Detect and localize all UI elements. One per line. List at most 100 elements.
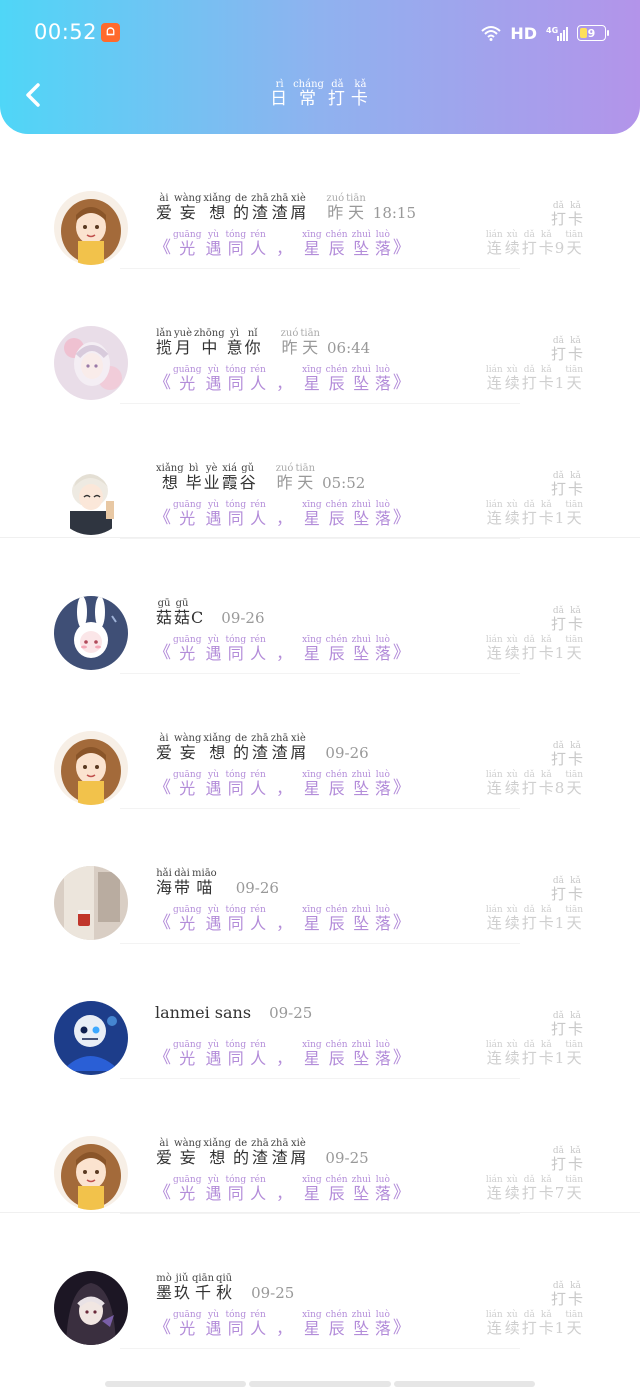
hanzi: 卡	[538, 644, 554, 662]
hanzi: 想	[209, 1148, 226, 1167]
time-value: 09-25	[325, 1149, 369, 1168]
checkin-button[interactable]: dǎ 打 kǎ 卡	[550, 877, 584, 903]
checkin-char: dǎ 打	[551, 1147, 566, 1173]
hanzi: 星	[303, 1319, 320, 1338]
name-char: bì 毕	[186, 464, 202, 492]
hanzi: 卡	[538, 1049, 554, 1067]
avatar[interactable]	[54, 1136, 128, 1210]
hanzi: 千	[195, 1283, 212, 1302]
avatar[interactable]	[54, 326, 128, 400]
user-name[interactable]: mò 墨 jiǔ 玖 qiān 千 qiū 秋	[155, 1274, 233, 1302]
hanzi: 中	[201, 338, 218, 357]
hanzi: 揽	[156, 338, 173, 357]
hanzi: 屑	[290, 743, 307, 762]
topic-char: guāng 光	[173, 636, 201, 663]
topic-char: xīng 星	[302, 906, 322, 933]
checkin-char: kǎ 卡	[568, 472, 583, 498]
checkin-entry[interactable]: hǎi 海 dài 带 miāo 喵 09-26 《 guāng 光 yù 遇 tóng 同 rén 人 ， xī…	[0, 809, 640, 944]
hanzi: 同	[227, 1319, 244, 1338]
topic-char: guāng 光	[173, 231, 201, 258]
checkin-button[interactable]: dǎ 打 kǎ 卡	[550, 1147, 584, 1173]
topic-char: xīng 星	[302, 1311, 322, 1338]
hanzi: 同	[227, 1184, 244, 1203]
avatar[interactable]	[54, 731, 128, 805]
name-char: dài 带	[174, 869, 190, 897]
checkin-entry[interactable]: lǎn 揽 yuè 月 zhōng 中 yì 意 nǐ 你 zuó 昨 tiān 天 06:44 《 guāng…	[0, 269, 640, 404]
streak-char: dǎ 打	[522, 636, 537, 662]
user-name-line: hǎi 海 dài 带 miāo 喵 09-26	[155, 869, 279, 897]
hanzi: 星	[303, 239, 320, 258]
hanzi: 天	[297, 473, 314, 492]
battery-level: 9	[587, 26, 596, 40]
hanzi: 渣	[271, 1148, 288, 1167]
topic-char: luò 落	[375, 906, 391, 933]
streak-days: lián 连 xù 续 dǎ 打 kǎ 卡 8 tiān 天	[485, 771, 584, 797]
checkin-char: dǎ 打	[551, 337, 566, 363]
user-name[interactable]: lǎn 揽 yuè 月 zhōng 中 yì 意 nǐ 你	[155, 329, 262, 357]
user-name[interactable]: ài 爱 wàng 妄 xiǎng 想 de 的 zhā 渣 zhā 渣 xiè 屑	[155, 1139, 307, 1167]
hanzi: 屑	[290, 1148, 307, 1167]
user-name-line: lǎn 揽 yuè 月 zhōng 中 yì 意 nǐ 你 zuó 昨 tiān 天 06:44	[155, 329, 370, 357]
topic-link[interactable]: 《 guāng 光 yù 遇 tóng 同 rén 人 ， xīng 星 chén 辰 zhuì 坠 luò 落》	[154, 366, 410, 393]
topic-link[interactable]: 《 guāng 光 yù 遇 tóng 同 rén 人 ， xīng 星 chén 辰 zhuì 坠 luò 落》	[154, 501, 410, 528]
checkin-char: dǎ 打	[551, 1012, 566, 1038]
checkin-entry[interactable]: gū 菇 gū 菇 C 09-26 《 guāng 光 yù 遇 tóng 同 rén 人， xīng 星 ché…	[0, 537, 640, 674]
topic-link[interactable]: 《 guāng 光 yù 遇 tóng 同 rén 人 ， xīng 星 chén 辰 zhuì 坠 luò 落》	[154, 906, 410, 933]
topic-link[interactable]: 《 guāng 光 yù 遇 tóng 同 rén 人 ， xīng 星 chén 辰 zhuì 坠 luò 落》	[154, 1311, 410, 1338]
checkin-button[interactable]: dǎ 打 kǎ 卡	[550, 1282, 584, 1308]
checkin-entry[interactable]: ài 爱 wàng 妄 xiǎng 想 de 的 zhā 渣 zhā 渣 xiè 屑 zuó 昨 tiān 天 18…	[0, 134, 640, 269]
checkin-button[interactable]: dǎ 打 kǎ 卡	[550, 472, 584, 498]
user-name[interactable]: hǎi 海 dài 带 miāo 喵	[155, 869, 218, 897]
checkin-entry[interactable]: mò 墨 jiǔ 玖 qiān 千 qiū 秋 09-25 《 guāng 光 yù 遇 tóng 同 rén 人…	[0, 1212, 640, 1349]
topic-link[interactable]: 《 guāng 光 yù 遇 tóng 同 rén 人 ， xīng 星 chén 辰 zhuì 坠 luò 落》	[154, 1041, 410, 1068]
user-name[interactable]: ài 爱 wàng 妄 xiǎng 想 de 的 zhā 渣 zhā 渣 xiè 屑	[155, 194, 307, 222]
avatar[interactable]	[54, 1271, 128, 1345]
avatar[interactable]	[54, 866, 128, 940]
notification-app-icon: ᗝ	[101, 23, 120, 42]
topic-char: yù 遇	[205, 1176, 221, 1203]
checkin-button[interactable]: dǎ 打 kǎ 卡	[550, 742, 584, 768]
hanzi: 人	[250, 239, 267, 258]
hanzi: 打	[521, 1049, 537, 1067]
checkin-char: kǎ 卡	[568, 337, 583, 363]
name-char: nǐ 你	[245, 329, 261, 357]
hanzi: 墨	[156, 1283, 173, 1302]
checkin-button[interactable]: dǎ 打 kǎ 卡	[550, 202, 584, 228]
topic-link[interactable]: 《 guāng 光 yù 遇 tóng 同 rén 人 ， xīng 星 chén 辰 zhuì 坠 luò 落》	[154, 636, 410, 663]
checkin-button[interactable]: dǎ 打 kǎ 卡	[550, 607, 584, 633]
topic-link[interactable]: 《 guāng 光 yù 遇 tóng 同 rén 人 ， xīng 星 chén 辰 zhuì 坠 luò 落》	[154, 1176, 410, 1203]
hanzi: 光	[179, 1184, 196, 1203]
title-char: dǎ 打	[328, 80, 347, 109]
hanzi: 辰	[328, 509, 345, 528]
topic-link[interactable]: 《 guāng 光 yù 遇 tóng 同 rén 人 ， xīng 星 chén 辰 zhuì 坠 luò 落》	[154, 771, 410, 798]
user-name[interactable]: xiǎng 想 bì 毕 yè 业 xiá 霞 gǔ 谷	[155, 464, 257, 492]
topic-char: xīng 星	[302, 231, 322, 258]
hanzi: 卡	[538, 1319, 554, 1337]
hanzi: 天	[566, 509, 582, 527]
checkin-entry[interactable]: ài 爱 wàng 妄 xiǎng 想 de 的 zhā 渣 zhā 渣 xiè 屑 09-25 《 guāng…	[0, 1079, 640, 1214]
checkin-entry[interactable]: xiǎng 想 bì 毕 yè 业 xiá 霞 gǔ 谷 zuó 昨 tiān 天 05:52 《 guāng 光…	[0, 404, 640, 539]
hanzi: 打	[521, 779, 537, 797]
topic-char: yù 遇	[205, 501, 221, 528]
hanzi: 爱	[156, 1148, 173, 1167]
topic-separator: ，	[276, 1049, 293, 1068]
avatar[interactable]	[54, 191, 128, 265]
avatar[interactable]	[54, 1001, 128, 1075]
name-char: wàng 妄	[174, 1139, 201, 1167]
user-name[interactable]: gū 菇 gū 菇 C	[155, 599, 203, 627]
avatar[interactable]	[54, 596, 128, 670]
hanzi: 光	[179, 239, 196, 258]
checkin-entry[interactable]: ài 爱 wàng 妄 xiǎng 想 de 的 zhā 渣 zhā 渣 xiè 屑 09-26 《 guāng…	[0, 674, 640, 809]
checkin-button[interactable]: dǎ 打 kǎ 卡	[550, 1012, 584, 1038]
user-name[interactable]: lanmei sans	[155, 1004, 251, 1022]
user-name[interactable]: ài 爱 wàng 妄 xiǎng 想 de 的 zhā 渣 zhā 渣 xiè 屑	[155, 734, 307, 762]
time-prefix-char: zuó 昨	[326, 194, 344, 222]
avatar[interactable]	[54, 461, 128, 535]
hanzi: 续	[504, 509, 520, 527]
checkin-entry[interactable]: lanmei sans 09-25 《 guāng 光 yù 遇 tóng 同 rén 人 ， xīng…	[0, 944, 640, 1079]
name-char: jiǔ 玖	[174, 1274, 190, 1302]
hanzi: 坠	[353, 779, 370, 798]
checkin-button[interactable]: dǎ 打 kǎ 卡	[550, 337, 584, 363]
name-char: zhōng 中	[194, 329, 225, 357]
topic-link[interactable]: 《 guāng 光 yù 遇 tóng 同 rén 人 ， xīng 星 chén 辰 zhuì 坠 luò 落》	[154, 231, 410, 258]
